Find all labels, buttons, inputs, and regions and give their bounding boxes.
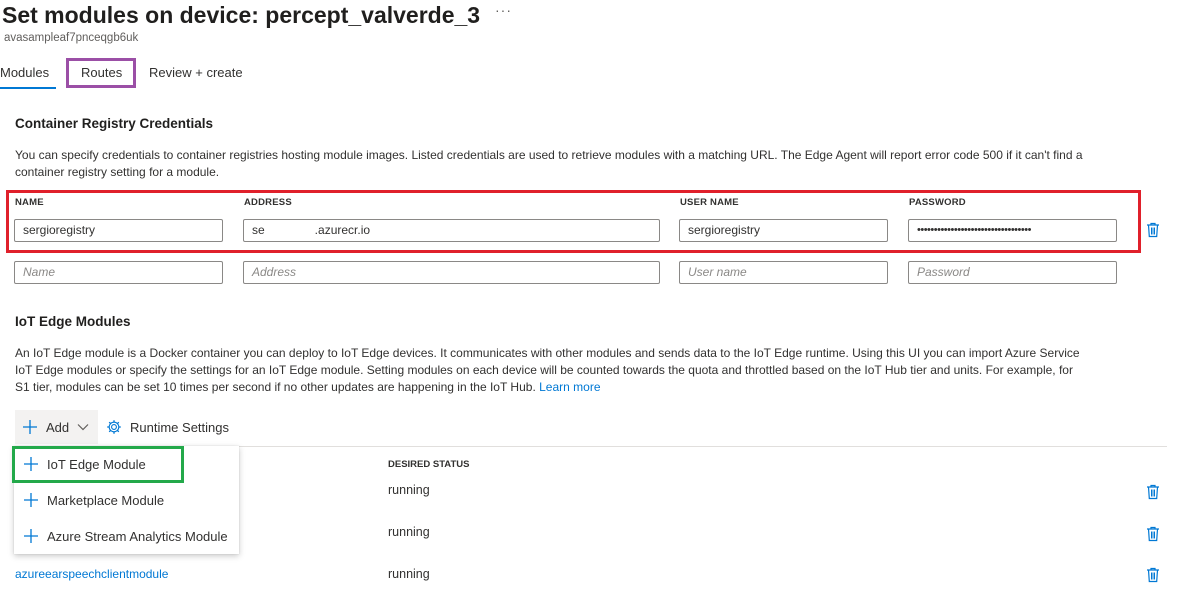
- active-tab-indicator: [0, 87, 56, 89]
- plus-icon: [24, 529, 38, 543]
- chevron-down-icon: [77, 424, 89, 431]
- trash-icon: [1147, 526, 1159, 542]
- new-registry-name-field[interactable]: Name: [14, 261, 223, 284]
- more-options-button[interactable]: ···: [495, 2, 512, 18]
- runtime-settings-label: Runtime Settings: [130, 420, 229, 435]
- tab-review-create[interactable]: Review + create: [149, 64, 243, 86]
- modules-description-text: S1 tier, modules can be set 10 times per…: [15, 380, 536, 394]
- gear-icon: [107, 420, 121, 434]
- module-status-1: running: [388, 483, 430, 497]
- module-name-link[interactable]: azureearspeechclientmodule: [15, 567, 168, 581]
- registry-description-line1: You can specify credentials to container…: [15, 148, 1083, 162]
- add-button-label: Add: [46, 420, 70, 435]
- credentials-highlight-box: [6, 190, 1141, 253]
- modules-description-line2: IoT Edge modules or specify the settings…: [15, 363, 1073, 377]
- new-registry-password-field[interactable]: Password: [908, 261, 1117, 284]
- plus-icon: [24, 493, 38, 507]
- trash-icon: [1147, 484, 1159, 500]
- column-header-desired-status: DESIRED STATUS: [388, 459, 470, 470]
- new-registry-address-field[interactable]: Address: [243, 261, 660, 284]
- modules-description-line3: S1 tier, modules can be set 10 times per…: [15, 379, 601, 396]
- trash-icon: [1147, 567, 1159, 583]
- modules-section-title: IoT Edge Modules: [15, 314, 131, 329]
- learn-more-link[interactable]: Learn more: [539, 380, 600, 394]
- routes-highlight-box: [66, 58, 136, 88]
- menu-item-label: Azure Stream Analytics Module: [47, 529, 228, 544]
- new-registry-username-field[interactable]: User name: [679, 261, 888, 284]
- page-subtitle: avasampleaf7pnceqgb6uk: [4, 32, 139, 44]
- page-title: Set modules on device: percept_valverde_…: [2, 2, 481, 28]
- trash-icon: [1147, 222, 1159, 238]
- delete-credential-button[interactable]: [1146, 222, 1160, 243]
- tab-modules[interactable]: Modules: [0, 64, 49, 86]
- registry-section-title: Container Registry Credentials: [15, 116, 214, 131]
- plus-icon: [23, 420, 37, 434]
- module-status-2: running: [388, 525, 430, 539]
- delete-module-button-3[interactable]: [1146, 567, 1160, 588]
- menu-item-label: Marketplace Module: [47, 493, 165, 508]
- modules-description-line1: An IoT Edge module is a Docker container…: [15, 346, 1080, 360]
- delete-module-button-1[interactable]: [1146, 484, 1160, 505]
- module-status-3: running: [388, 567, 430, 581]
- registry-description-line2: container registry setting for a module.: [15, 165, 220, 179]
- iot-edge-module-highlight-box: [12, 446, 184, 483]
- delete-module-button-2[interactable]: [1146, 526, 1160, 547]
